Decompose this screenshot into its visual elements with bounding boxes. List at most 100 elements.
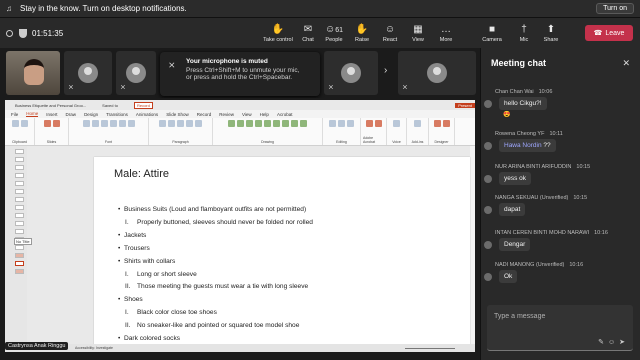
ribbon-tools-icon[interactable]: [329, 120, 354, 127]
chat-message[interactable]: hello Cikgu?!: [499, 97, 547, 110]
slide-thumbnail-selected[interactable]: [15, 261, 24, 266]
chat-message[interactable]: yess ok: [499, 172, 532, 185]
compose-tools-icon[interactable]: ✎☺➤: [598, 338, 629, 346]
mic-button[interactable]: † Mic: [510, 18, 538, 48]
ribbon-tools-icon[interactable]: [43, 120, 60, 127]
toolbar-label: More: [439, 36, 453, 43]
ribbon-group: Paragraph: [149, 118, 213, 145]
ribbon-group: Adobe Acrobat: [361, 118, 387, 145]
chat-compose-box[interactable]: Type a message ✎☺➤: [487, 305, 633, 351]
take-control-icon: ✋: [271, 23, 285, 35]
chat-meta: Rowena Cheong YF 10:11: [495, 131, 563, 137]
ribbon-tab[interactable]: File: [11, 112, 18, 117]
ribbon-tab[interactable]: Review: [219, 112, 234, 117]
slide: Male: Attire • Business Suits (Loud and f…: [94, 157, 470, 347]
chat-message[interactable]: Ok: [499, 270, 518, 283]
ribbon-tools-icon[interactable]: [11, 120, 28, 127]
ribbon-tools-icon[interactable]: [228, 120, 307, 127]
take-control-button[interactable]: ✋ Take control: [260, 18, 296, 48]
more-button[interactable]: … More: [432, 18, 460, 48]
slide-thumbnail[interactable]: [15, 213, 24, 218]
ribbon-tab[interactable]: Home: [26, 111, 39, 117]
chat-button[interactable]: ✉ Chat: [296, 18, 320, 48]
mic-off-icon: ⨯: [328, 84, 334, 91]
ribbon-group-label: Clipboard: [12, 140, 27, 144]
bullet-marker: II.: [125, 283, 131, 291]
slide-thumbnail[interactable]: [15, 229, 24, 234]
avatar: [126, 63, 146, 83]
slide-thumbnail[interactable]: [15, 165, 24, 170]
chat-meta: NADI MANONG (Unverified) 10:16: [495, 262, 583, 268]
share-button[interactable]: ⬆ Share: [538, 18, 564, 48]
ribbon-tab[interactable]: Transitions: [106, 112, 128, 117]
mic-off-icon: ⨯: [168, 60, 176, 70]
chat-icon: ✉: [303, 23, 313, 35]
camera-button[interactable]: ■ Camera: [474, 18, 510, 48]
ribbon-group-label: Slides: [46, 140, 57, 144]
slide-thumbnail[interactable]: [15, 181, 24, 186]
turn-on-button[interactable]: Turn on: [596, 3, 634, 14]
chat-message[interactable]: dapat: [499, 203, 526, 216]
slide-thumbnail[interactable]: [15, 157, 24, 162]
react-button[interactable]: ☺ React: [376, 18, 404, 48]
chat-time: 10:15: [576, 164, 591, 170]
chat-text: Ok: [504, 273, 513, 280]
ribbon-tab[interactable]: Design: [84, 112, 98, 117]
ribbon-group: Add-ins: [407, 118, 429, 145]
participant-tile[interactable]: ⨯: [116, 51, 156, 95]
zoom-slider[interactable]: [405, 347, 455, 349]
ribbon: Clipboard Slides Font Paragraph Drawing Editi…: [5, 118, 475, 146]
mic-off-icon: ⨯: [120, 84, 126, 91]
more-icon: …: [441, 23, 451, 35]
participant-tile[interactable]: ⨯: [64, 51, 112, 95]
slide-thumbnail[interactable]: [15, 197, 24, 202]
ribbon-tab[interactable]: Slide Show: [166, 112, 189, 117]
bullet-marker: •: [118, 257, 121, 265]
ribbon-tab[interactable]: Draw: [66, 112, 77, 117]
chevron-right-icon[interactable]: ›: [384, 65, 387, 76]
view-button[interactable]: ▦ View: [404, 18, 432, 48]
mic-off-icon: ⨯: [68, 84, 74, 91]
ribbon-tools-icon[interactable]: [365, 120, 382, 127]
slide-thumbnail[interactable]: [15, 149, 24, 154]
ribbon-tools-icon[interactable]: [159, 120, 202, 127]
slide-thumbnail[interactable]: [15, 205, 24, 210]
timer-text: 01:51:35: [32, 28, 64, 38]
ribbon-tools-icon[interactable]: [433, 120, 450, 127]
people-button[interactable]: ☺61 People: [320, 18, 348, 48]
participant-tile-video[interactable]: [6, 51, 60, 95]
bullet-marker: •: [118, 296, 121, 304]
chat-input[interactable]: Type a message: [494, 313, 545, 320]
chat-message[interactable]: Hawa Nordin ??: [499, 139, 556, 152]
file-name: Business Etiquette and Personal Groo...: [15, 102, 87, 108]
chat-message[interactable]: Dengar: [499, 238, 531, 251]
ribbon-tools-icon[interactable]: [82, 120, 135, 127]
chat-text: ??: [541, 142, 551, 149]
bullet-text: Black color close toe shoes: [137, 309, 217, 317]
ribbon-tab[interactable]: Acrobat: [277, 112, 293, 117]
participant-tile[interactable]: ⨯: [398, 51, 476, 95]
close-icon[interactable]: ✕: [622, 58, 630, 69]
raise-button[interactable]: ✋ Raise: [348, 18, 376, 48]
chat-time: 10:06: [538, 89, 553, 95]
toolbar-label: Camera: [482, 36, 502, 43]
ribbon-tab[interactable]: View: [242, 112, 252, 117]
ribbon-tab[interactable]: Animations: [136, 112, 158, 117]
slide-thumbnail[interactable]: [15, 221, 24, 226]
slide-thumbnail[interactable]: [15, 173, 24, 178]
record-button[interactable]: Record: [133, 101, 153, 109]
participant-tile[interactable]: ⨯: [324, 51, 378, 95]
present-button[interactable]: Present: [455, 102, 475, 108]
slide-thumbnail[interactable]: [15, 269, 24, 274]
ribbon-tab[interactable]: Insert: [46, 112, 57, 117]
ribbon-tab[interactable]: Help: [260, 112, 269, 117]
chat-text: yess ok: [504, 175, 527, 182]
slide-thumbnail[interactable]: [15, 245, 24, 250]
slide-thumbnail[interactable]: [15, 189, 24, 194]
chat-mention[interactable]: Hawa Nordin: [504, 142, 542, 149]
slide-thumbnail[interactable]: [15, 253, 24, 258]
ribbon-tools-icon[interactable]: [393, 120, 400, 127]
ribbon-tools-icon[interactable]: [414, 120, 421, 127]
leave-button[interactable]: ☎ Leave: [585, 25, 633, 41]
ribbon-tab[interactable]: Record: [197, 112, 212, 117]
